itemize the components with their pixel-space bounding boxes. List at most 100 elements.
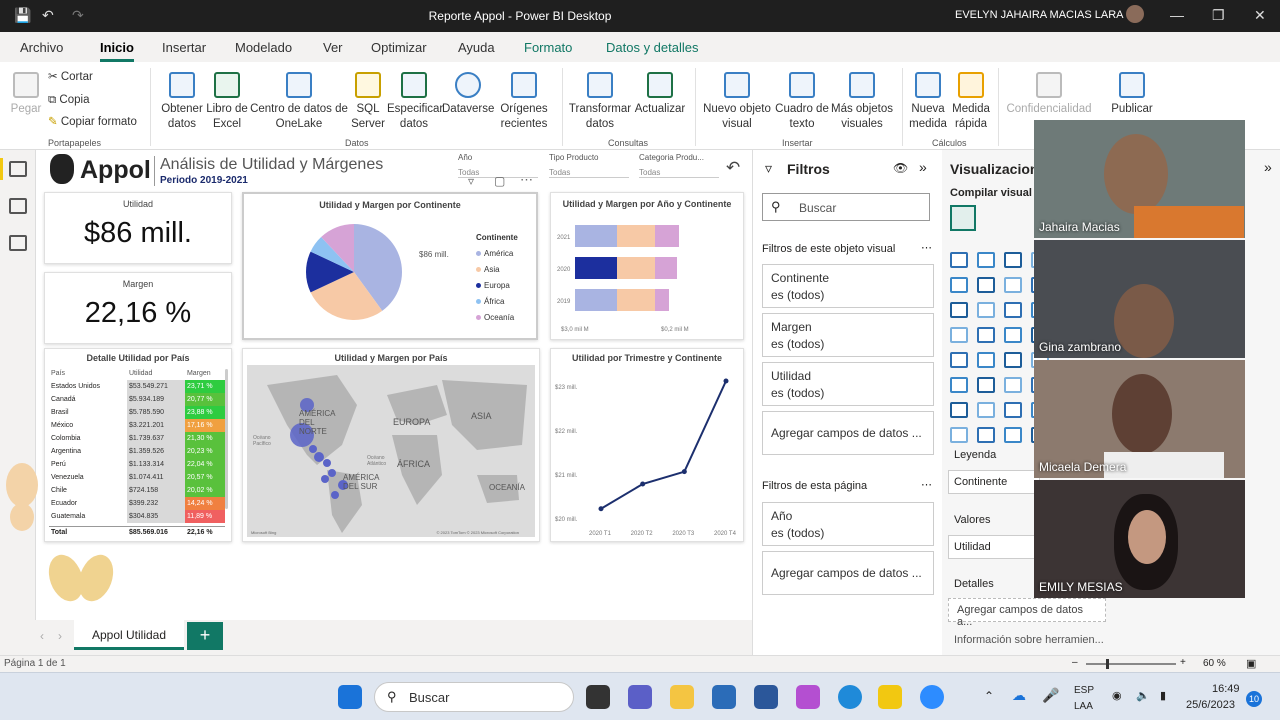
- zoom-slider-thumb[interactable]: [1106, 659, 1109, 669]
- model-view-icon[interactable]: [9, 235, 27, 251]
- map-card[interactable]: Utilidad y Margen por País AMÉRICA DEL N…: [242, 348, 540, 542]
- copy-button[interactable]: ⧉ Copia: [48, 93, 89, 108]
- visual-type-icon[interactable]: [950, 377, 968, 393]
- visual-type-icon[interactable]: [977, 327, 995, 343]
- more-options-icon[interactable]: ⋯: [921, 478, 932, 491]
- table-view-icon[interactable]: [9, 198, 27, 214]
- table-row[interactable]: Argentina $1.359.526 20,23 %: [49, 445, 225, 458]
- task-view-icon[interactable]: [586, 685, 610, 709]
- filter-card-anio[interactable]: Año es (todos): [762, 502, 934, 546]
- windows-start-icon[interactable]: [338, 685, 362, 709]
- table-row[interactable]: México $3.221.201 17,16 %: [49, 419, 225, 432]
- focus-mode-icon[interactable]: ▢: [494, 174, 505, 188]
- visual-type-icon[interactable]: [950, 277, 968, 293]
- paste-button[interactable]: Pegar: [8, 72, 44, 117]
- prev-page-icon[interactable]: ‹: [40, 629, 44, 643]
- onedrive-icon[interactable]: ☁: [1012, 687, 1026, 704]
- keyboard-layout[interactable]: LAA: [1074, 701, 1093, 712]
- visual-type-icon[interactable]: [950, 427, 968, 443]
- add-visual-filter-field[interactable]: Agregar campos de datos ...: [762, 411, 934, 455]
- close-icon[interactable]: ✕: [1254, 7, 1266, 24]
- new-visual-button[interactable]: Nuevo objeto visual: [700, 72, 774, 132]
- clock-date[interactable]: 25/6/2023: [1186, 699, 1235, 711]
- visual-type-icon[interactable]: [1004, 352, 1022, 368]
- copilot-icon[interactable]: [796, 685, 820, 709]
- battery-icon[interactable]: ▮: [1160, 689, 1166, 702]
- visual-type-icon[interactable]: [1004, 377, 1022, 393]
- edge-icon[interactable]: [838, 685, 862, 709]
- clock-time[interactable]: 16:49: [1212, 683, 1240, 695]
- visual-type-icon[interactable]: [1004, 302, 1022, 318]
- kpi-utilidad-card[interactable]: Utilidad $86 mill.: [44, 192, 232, 264]
- tab-modelado[interactable]: Modelado: [235, 40, 292, 55]
- report-canvas[interactable]: Appol Análisis de Utilidad y Márgenes Pe…: [36, 150, 752, 620]
- values-field[interactable]: Utilidad: [948, 535, 1040, 559]
- language-indicator[interactable]: ESP: [1074, 685, 1094, 696]
- expand-icon[interactable]: »: [1264, 159, 1272, 175]
- avatar[interactable]: [1126, 5, 1144, 23]
- collapse-icon[interactable]: »: [919, 159, 927, 175]
- dataverse-button[interactable]: Dataverse: [442, 72, 494, 117]
- pie-chart-card[interactable]: Utilidad y Margen por Continente $86 mil…: [242, 192, 538, 340]
- tab-formato[interactable]: Formato: [524, 40, 572, 55]
- fit-page-icon[interactable]: ▣: [1246, 657, 1256, 670]
- table-card[interactable]: Detalle Utilidad por País País Utilidad Ma…: [44, 348, 232, 542]
- visual-type-icon[interactable]: [1004, 402, 1022, 418]
- add-page-filter-field[interactable]: Agregar campos de datos ...: [762, 551, 934, 595]
- table-row[interactable]: Canadá $5.934.189 20,77 %: [49, 393, 225, 406]
- visual-type-icon[interactable]: [950, 302, 968, 318]
- zoom-slider[interactable]: [1086, 663, 1176, 665]
- more-options-icon[interactable]: ⋯: [921, 241, 932, 254]
- recent-sources-button[interactable]: Orígenes recientes: [496, 72, 552, 132]
- table-row[interactable]: Guatemala $304.835 11,89 %: [49, 510, 225, 523]
- table-row[interactable]: Chile $724.158 20,02 %: [49, 484, 225, 497]
- next-page-icon[interactable]: ›: [58, 629, 62, 643]
- back-arrow-icon[interactable]: ↶: [726, 158, 740, 178]
- table-row[interactable]: Ecuador $399.232 14,24 %: [49, 497, 225, 510]
- table-row[interactable]: Brasil $5.785.590 23,88 %: [49, 406, 225, 419]
- visual-type-icon[interactable]: [950, 402, 968, 418]
- tab-datos-detalles[interactable]: Datos y detalles: [606, 40, 699, 55]
- more-options-icon[interactable]: ⋯: [520, 172, 533, 188]
- visual-type-icon[interactable]: [977, 377, 995, 393]
- page-tab-appol-utilidad[interactable]: Appol Utilidad: [74, 620, 184, 650]
- details-add-field[interactable]: Agregar campos de datos a...: [948, 598, 1106, 628]
- visual-type-icon[interactable]: [977, 427, 995, 443]
- line-chart-card[interactable]: Utilidad por Trimestre y Continente $23 …: [550, 348, 744, 542]
- minimize-icon[interactable]: —: [1170, 7, 1184, 23]
- tab-inicio[interactable]: Inicio: [100, 40, 134, 62]
- slicer-tipo-producto[interactable]: Tipo Producto Todas: [549, 153, 629, 178]
- restore-icon[interactable]: ❐: [1212, 7, 1225, 24]
- quick-measure-button[interactable]: Medida rápida: [950, 72, 992, 132]
- sensitivity-button[interactable]: Confidencialidad: [1004, 72, 1094, 117]
- tab-archivo[interactable]: Archivo: [20, 40, 63, 55]
- visual-type-icon[interactable]: [977, 252, 995, 268]
- visual-type-icon[interactable]: [1004, 427, 1022, 443]
- publish-button[interactable]: Publicar: [1104, 72, 1160, 117]
- onelake-button[interactable]: Centro de datos de OneLake: [250, 72, 348, 132]
- slicer-categoria[interactable]: Categoria Produ... Todas: [639, 153, 719, 178]
- speaker-icon[interactable]: 🔈: [1136, 689, 1150, 702]
- tab-ver[interactable]: Ver: [323, 40, 343, 55]
- transform-data-button[interactable]: Transformar datos: [568, 72, 632, 132]
- filter-search-input[interactable]: ⚲ Buscar: [762, 193, 930, 221]
- visual-type-icon[interactable]: [1004, 252, 1022, 268]
- teams-icon[interactable]: [628, 685, 652, 709]
- refresh-button[interactable]: Actualizar: [632, 72, 688, 117]
- visual-type-icon[interactable]: [977, 302, 995, 318]
- bar-chart-card[interactable]: Utilidad y Margen por Año y Continente 2…: [550, 192, 744, 340]
- visual-type-icon[interactable]: [1004, 277, 1022, 293]
- visual-type-icon[interactable]: [977, 352, 995, 368]
- file-explorer-icon[interactable]: [670, 685, 694, 709]
- table-row[interactable]: Perú $1.133.314 22,04 %: [49, 458, 225, 471]
- excel-button[interactable]: Libro de Excel: [205, 72, 249, 132]
- powerbi-icon[interactable]: [878, 685, 902, 709]
- filter-card-continente[interactable]: Continente es (todos): [762, 264, 934, 308]
- map[interactable]: AMÉRICA DEL NORTE EUROPA ASIA ÁFRICA AMÉ…: [247, 365, 535, 537]
- zoom-app-icon[interactable]: [920, 685, 944, 709]
- visual-type-icon[interactable]: [977, 402, 995, 418]
- cut-button[interactable]: ✂ Cortar: [48, 70, 93, 85]
- microphone-icon[interactable]: 🎤: [1042, 687, 1059, 704]
- text-box-button[interactable]: Cuadro de texto: [775, 72, 829, 132]
- filter-card-margen[interactable]: Margen es (todos): [762, 313, 934, 357]
